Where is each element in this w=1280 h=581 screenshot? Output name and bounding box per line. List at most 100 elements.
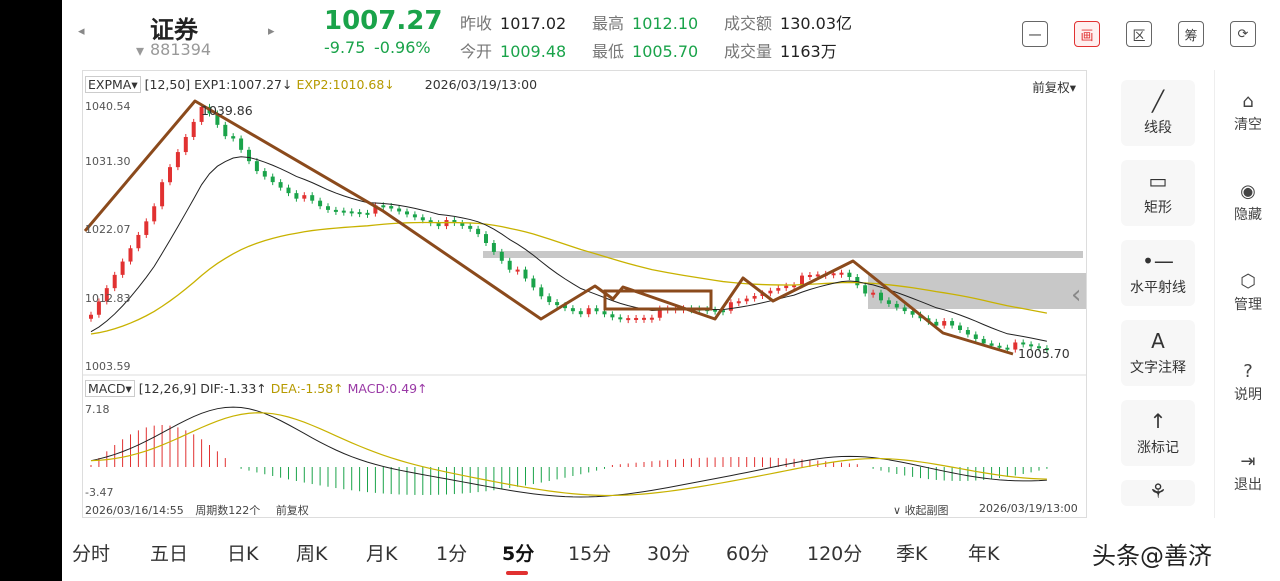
rotate-icon[interactable]: ⟳ bbox=[1230, 21, 1256, 47]
candle bbox=[436, 223, 441, 227]
macd-y-bottom: -3.47 bbox=[85, 486, 114, 499]
stat-item: 最低 1005.70 bbox=[592, 38, 698, 62]
candle bbox=[642, 317, 646, 320]
candle bbox=[128, 248, 133, 262]
dif-value: DIF:-1.33↑ bbox=[200, 381, 267, 396]
y-axis-label: 1022.07 bbox=[85, 223, 131, 236]
period-tab[interactable]: 60分 bbox=[726, 539, 769, 566]
sub-indicator-name: MACD bbox=[88, 381, 126, 396]
candle bbox=[484, 234, 488, 243]
prev-stock-arrow[interactable]: ◂ bbox=[78, 24, 85, 39]
sub-indicator-select[interactable]: MACD▾ bbox=[85, 380, 135, 397]
candle bbox=[333, 209, 338, 212]
rise-mark-tool[interactable]: ↑ 涨标记 bbox=[1121, 400, 1195, 466]
collapse-tools-arrow[interactable]: ‹ bbox=[1071, 280, 1081, 310]
candle bbox=[1021, 342, 1026, 345]
candle bbox=[144, 221, 149, 235]
price-change-pct: -0.96% bbox=[374, 38, 431, 57]
candle bbox=[499, 251, 504, 261]
candle bbox=[491, 243, 496, 252]
period-tab[interactable]: 15分 bbox=[568, 539, 611, 566]
candle bbox=[254, 161, 259, 172]
dea-value: DEA:-1.58↑ bbox=[270, 381, 344, 396]
chart-footer: 2026/03/16/14:55 周期数122个 前复权 ∨ 收起副图 2026… bbox=[85, 502, 1080, 518]
candle bbox=[278, 182, 283, 188]
candle bbox=[515, 269, 520, 272]
help-button[interactable]: ? 说明 bbox=[1215, 360, 1280, 404]
minimize-icon[interactable]: 一 bbox=[1022, 21, 1048, 47]
chips-icon[interactable]: 筹 bbox=[1178, 21, 1204, 47]
candle bbox=[531, 278, 536, 288]
segment-tool[interactable]: ╱ 线段 bbox=[1121, 80, 1195, 146]
period-tab[interactable]: 日K bbox=[227, 539, 258, 566]
candle bbox=[412, 214, 417, 218]
period-tab[interactable]: 1分 bbox=[436, 539, 467, 566]
period-tab[interactable]: 周K bbox=[296, 539, 327, 566]
manage-button[interactable]: ⬡ 管理 bbox=[1215, 270, 1280, 314]
gray-zone-drawing[interactable] bbox=[868, 273, 1086, 309]
zone-icon[interactable]: 区 bbox=[1126, 21, 1152, 47]
gray-zone-drawing[interactable] bbox=[483, 251, 1083, 258]
watermark-text: 头条@善济 bbox=[1092, 542, 1212, 570]
draw-icon[interactable]: 画 bbox=[1074, 21, 1100, 47]
trend-line-drawing[interactable] bbox=[83, 99, 1014, 356]
candle bbox=[191, 121, 196, 137]
candle bbox=[112, 274, 117, 289]
manage-label: 管理 bbox=[1234, 297, 1262, 313]
sub-indicator-bar: MACD▾ [12,26,9] DIF:-1.33↑ DEA:-1.58↑ MA… bbox=[85, 380, 428, 397]
rise-mark-icon: ↑ bbox=[1149, 409, 1167, 433]
period-tab[interactable]: 分时 bbox=[72, 539, 110, 566]
macd-value: MACD:0.49↑ bbox=[347, 381, 428, 396]
candle bbox=[270, 176, 275, 183]
rectangle-tool[interactable]: ▭ 矩形 bbox=[1121, 160, 1195, 226]
period-tab[interactable]: 120分 bbox=[807, 539, 862, 566]
next-stock-arrow[interactable]: ▸ bbox=[268, 24, 275, 39]
exit-button[interactable]: ⇥ 退出 bbox=[1215, 450, 1280, 494]
more-tool[interactable]: ⚘ bbox=[1121, 479, 1195, 506]
code-caret-icon[interactable]: ▾ bbox=[136, 41, 144, 60]
hide-button[interactable]: ◉ 隐藏 bbox=[1215, 180, 1280, 224]
period-tab[interactable]: 五日 bbox=[150, 539, 188, 566]
exit-icon: ⇥ bbox=[1240, 451, 1256, 472]
candle bbox=[752, 295, 757, 299]
kline-chart-panel[interactable]: EXPMA▾ [12,50] EXP1:1007.27↓ EXP2:1010.6… bbox=[82, 70, 1087, 518]
dif-line bbox=[90, 406, 1047, 498]
candle bbox=[175, 152, 180, 168]
candle bbox=[626, 318, 631, 321]
candle bbox=[183, 136, 188, 153]
candle bbox=[736, 301, 741, 304]
text-annotation-icon: A bbox=[1151, 329, 1165, 353]
y-axis-label: 1031.30 bbox=[85, 155, 131, 168]
stat-label: 成交额 bbox=[724, 14, 773, 33]
hide-icon: ◉ bbox=[1240, 181, 1256, 202]
candle bbox=[341, 210, 346, 213]
collapse-subchart-button[interactable]: ∨ 收起副图 bbox=[893, 502, 949, 518]
dea-line bbox=[90, 412, 1047, 497]
clear-button[interactable]: ⌂ 清空 bbox=[1215, 90, 1280, 134]
candle bbox=[326, 206, 330, 210]
horizontal-ray-tool[interactable]: •— 水平射线 bbox=[1121, 240, 1195, 306]
period-tab[interactable]: 30分 bbox=[647, 539, 690, 566]
stat-label: 成交量 bbox=[724, 42, 773, 61]
candle bbox=[807, 275, 812, 278]
candle bbox=[302, 195, 307, 199]
period-tab[interactable]: 月K bbox=[366, 539, 397, 566]
period-tab[interactable]: 5分 bbox=[502, 539, 534, 566]
more-icon: ⚘ bbox=[1149, 479, 1167, 503]
period-tab-bar: 分时 五日 日K 周K 月K 1分 5分 15分 30分 60分 120分 季K 年K 头条@善济 bbox=[62, 520, 1280, 581]
candle bbox=[262, 171, 267, 177]
candle bbox=[468, 225, 473, 229]
text-annotation-tool[interactable]: A 文字注释 bbox=[1121, 320, 1195, 386]
candle bbox=[586, 308, 591, 315]
period-tab[interactable]: 季K bbox=[896, 539, 927, 566]
price-change: -9.75 bbox=[324, 38, 366, 57]
drawing-tools-panel: ‹ ╱ 线段 ▭ 矩形 •— 水平射线 A 文字注释 ↑ 涨标记 ⚘ bbox=[1071, 70, 1214, 518]
candle bbox=[539, 287, 544, 297]
candle bbox=[160, 182, 165, 207]
active-tab-underline bbox=[506, 571, 528, 575]
candle bbox=[610, 314, 615, 318]
exp1-line bbox=[90, 156, 1047, 342]
candle bbox=[594, 308, 599, 312]
period-tab[interactable]: 年K bbox=[968, 539, 999, 566]
stock-code[interactable]: 881394 bbox=[150, 40, 211, 59]
